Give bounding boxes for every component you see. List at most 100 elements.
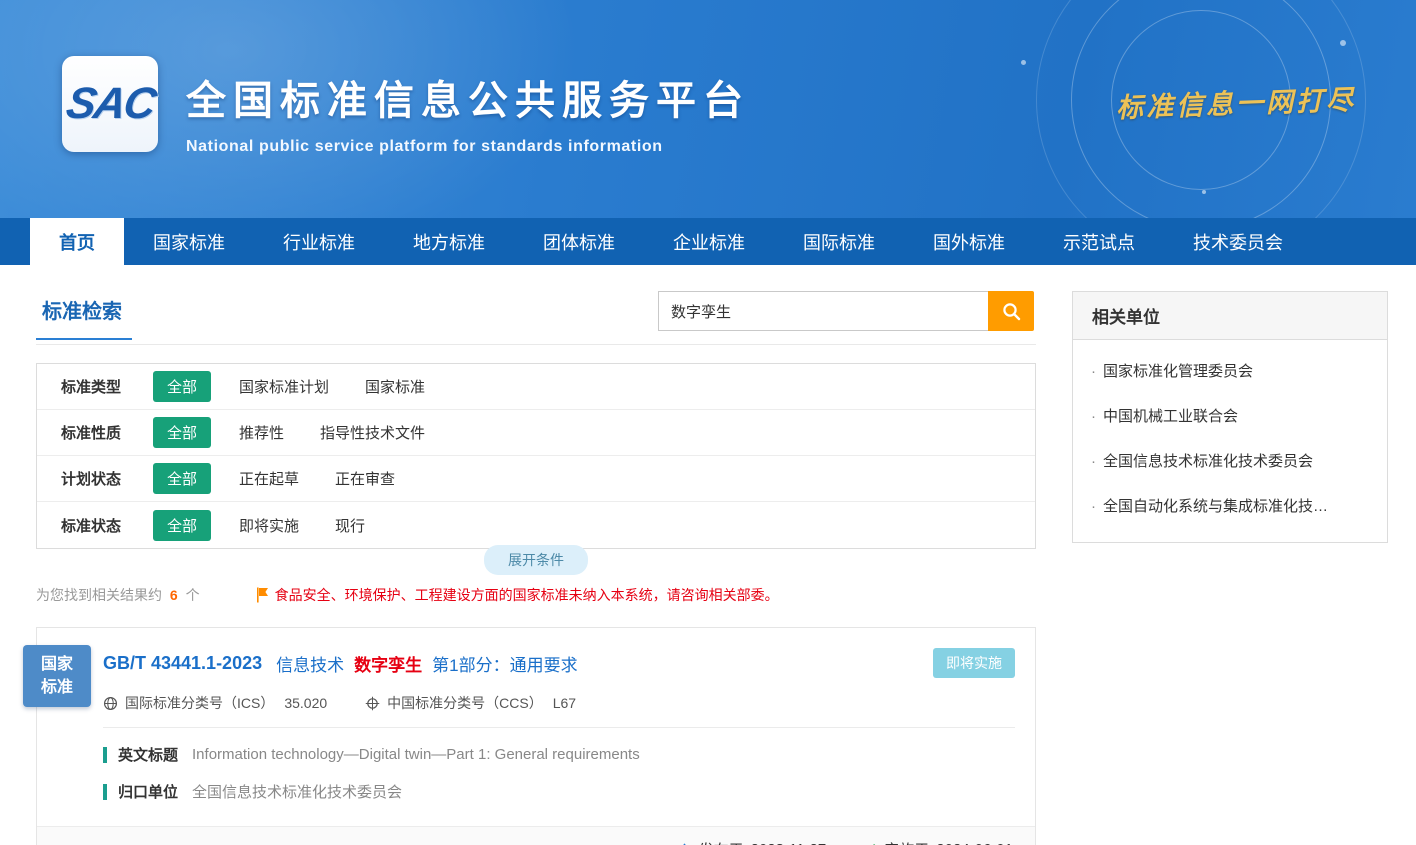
filter-row-standard-type: 标准类型 全部 国家标准计划 国家标准: [37, 364, 1035, 410]
nav-tab-pilot[interactable]: 示范试点: [1034, 218, 1164, 265]
nav-tab-industry-standard[interactable]: 行业标准: [254, 218, 384, 265]
ccs-value: L67: [553, 695, 576, 711]
implement-date-item: 实施于 2024-06-01: [862, 839, 1013, 845]
search-icon: [1002, 302, 1021, 321]
implement-label: 实施于: [884, 839, 929, 845]
nav-tab-foreign-standard[interactable]: 国外标准: [904, 218, 1034, 265]
filter-option[interactable]: 正在审查: [335, 468, 395, 489]
related-orgs-title: 相关单位: [1073, 292, 1387, 340]
banner-dot-decoration: [1021, 60, 1026, 65]
nav-tab-technical-committee[interactable]: 技术委员会: [1164, 218, 1312, 265]
filter-all-button[interactable]: 全部: [153, 510, 211, 541]
standard-type-badge-text: 国家标准: [41, 653, 73, 699]
content-area: 标准检索 标准类型 全部 国家标准计划 国家标准 标准性质: [0, 265, 1416, 845]
filter-all-button[interactable]: 全部: [153, 417, 211, 448]
filter-option[interactable]: 即将实施: [239, 515, 299, 536]
site-title-block: 全国标准信息公共服务平台 National public service pla…: [186, 68, 750, 156]
dept-label: 归口单位: [118, 781, 178, 802]
filter-row-plan-status: 计划状态 全部 正在起草 正在审查: [37, 456, 1035, 502]
filter-label: 标准性质: [61, 422, 153, 443]
accent-bar: [103, 784, 107, 800]
filter-option[interactable]: 国家标准计划: [239, 376, 329, 397]
publish-date: 2023-11-27: [751, 841, 827, 845]
filter-all-button[interactable]: 全部: [153, 463, 211, 494]
filter-label: 计划状态: [61, 468, 153, 489]
related-org-item[interactable]: 全国自动化系统与集成标准化技…: [1091, 483, 1369, 528]
result-title-row: GB/T 43441.1-2023 信息技术 数字孪生 第1部分：通用要求 即将…: [103, 648, 1015, 678]
standard-title-part[interactable]: 信息技术: [276, 651, 344, 676]
nav-tab-group-standard[interactable]: 团体标准: [514, 218, 644, 265]
related-orgs-list: 国家标准化管理委员会 中国机械工业联合会 全国信息技术标准化技术委员会 全国自动…: [1073, 340, 1387, 542]
publish-date-item: 发布于 2023-11-27: [677, 839, 827, 845]
standard-title-highlight[interactable]: 数字孪生: [354, 651, 422, 676]
ics-group: 国际标准分类号（ICS） 35.020: [103, 693, 327, 713]
standard-title-part[interactable]: 第1部分：通用要求: [432, 651, 577, 676]
card-divider: [103, 727, 1015, 728]
search-box: [658, 291, 1034, 331]
result-meta-row: 国际标准分类号（ICS） 35.020 中国标准分类号（CCS） L67: [103, 693, 1015, 713]
results-summary: 为您找到相关结果约 6 个: [36, 585, 200, 605]
banner-dot-decoration: [1202, 190, 1206, 194]
dept-row: 归口单位 全国信息技术标准化技术委员会: [103, 781, 1015, 802]
related-org-item[interactable]: 全国信息技术标准化技术委员会: [1091, 438, 1369, 483]
main-nav: 首页 国家标准 行业标准 地方标准 团体标准 企业标准 国际标准 国外标准 示范…: [0, 218, 1416, 265]
search-section: 标准检索: [36, 291, 1036, 345]
section-title: 标准检索: [36, 291, 132, 340]
nav-tab-local-standard[interactable]: 地方标准: [384, 218, 514, 265]
implement-date: 2024-06-01: [936, 841, 1013, 845]
sac-logo[interactable]: SAC: [62, 56, 158, 152]
filter-option[interactable]: 推荐性: [239, 422, 284, 443]
accent-bar: [103, 747, 107, 763]
filter-panel: 标准类型 全部 国家标准计划 国家标准 标准性质 全部 推荐性 指导性技术文件 …: [36, 363, 1036, 549]
expand-conditions-button[interactable]: 展开条件: [484, 545, 588, 575]
filter-row-standard-status: 标准状态 全部 即将实施 现行: [37, 502, 1035, 548]
summary-suffix: 个: [186, 587, 200, 603]
summary-count: 6: [170, 587, 178, 603]
site-subtitle: National public service platform for sta…: [186, 138, 750, 156]
status-badge: 即将实施: [933, 648, 1015, 678]
nav-tab-enterprise-standard[interactable]: 企业标准: [644, 218, 774, 265]
flag-icon: [256, 587, 269, 603]
filter-option[interactable]: 现行: [335, 515, 365, 536]
result-card-footer: 发布于 2023-11-27 实施于 2024-06-01: [37, 826, 1035, 845]
english-title-row: 英文标题 Information technology—Digital twin…: [103, 744, 1015, 765]
result-card: 国家标准 GB/T 43441.1-2023 信息技术 数字孪生 第1部分：通用…: [36, 627, 1036, 845]
filter-label: 标准类型: [61, 376, 153, 397]
system-notice: 食品安全、环境保护、工程建设方面的国家标准未纳入本系统，请咨询相关部委。: [256, 585, 779, 605]
search-button[interactable]: [988, 291, 1034, 331]
ics-value: 35.020: [284, 695, 327, 711]
filter-all-button[interactable]: 全部: [153, 371, 211, 402]
summary-prefix: 为您找到相关结果约: [36, 587, 162, 603]
dept-value: 全国信息技术标准化技术委员会: [192, 781, 402, 802]
ccs-group: 中国标准分类号（CCS） L67: [365, 693, 576, 713]
filter-option[interactable]: 指导性技术文件: [320, 422, 425, 443]
main-column: 标准检索 标准类型 全部 国家标准计划 国家标准 标准性质: [36, 291, 1036, 845]
banner-dot-decoration: [1340, 40, 1346, 46]
site-banner: SAC 全国标准信息公共服务平台 National public service…: [0, 0, 1416, 218]
filter-option[interactable]: 正在起草: [239, 468, 299, 489]
notice-text: 食品安全、环境保护、工程建设方面的国家标准未纳入本系统，请咨询相关部委。: [275, 585, 779, 605]
crosshair-icon: [365, 696, 380, 711]
globe-icon: [103, 696, 118, 711]
related-orgs-panel: 相关单位 国家标准化管理委员会 中国机械工业联合会 全国信息技术标准化技术委员会…: [1072, 291, 1388, 543]
search-input[interactable]: [658, 291, 988, 331]
related-org-item[interactable]: 国家标准化管理委员会: [1091, 348, 1369, 393]
standard-type-badge: 国家标准: [23, 645, 91, 707]
summary-row: 为您找到相关结果约 6 个 食品安全、环境保护、工程建设方面的国家标准未纳入本系…: [36, 585, 1036, 605]
nav-tab-international-standard[interactable]: 国际标准: [774, 218, 904, 265]
standard-code-link[interactable]: GB/T 43441.1-2023: [103, 653, 262, 674]
publish-label: 发布于: [699, 839, 744, 845]
english-title-label: 英文标题: [118, 744, 178, 765]
sac-logo-text: SAC: [62, 79, 158, 129]
nav-tab-home[interactable]: 首页: [30, 218, 124, 265]
banner-slogan: 标准信息一网打尽: [1115, 78, 1356, 125]
english-title-value: Information technology—Digital twin—Part…: [192, 746, 640, 763]
ccs-label: 中国标准分类号（CCS）: [387, 693, 543, 713]
filter-row-standard-nature: 标准性质 全部 推荐性 指导性技术文件: [37, 410, 1035, 456]
filter-label: 标准状态: [61, 515, 153, 536]
result-card-body: GB/T 43441.1-2023 信息技术 数字孪生 第1部分：通用要求 即将…: [37, 628, 1035, 808]
site-title: 全国标准信息公共服务平台: [186, 68, 750, 126]
nav-tab-national-standard[interactable]: 国家标准: [124, 218, 254, 265]
filter-option[interactable]: 国家标准: [365, 376, 425, 397]
related-org-item[interactable]: 中国机械工业联合会: [1091, 393, 1369, 438]
